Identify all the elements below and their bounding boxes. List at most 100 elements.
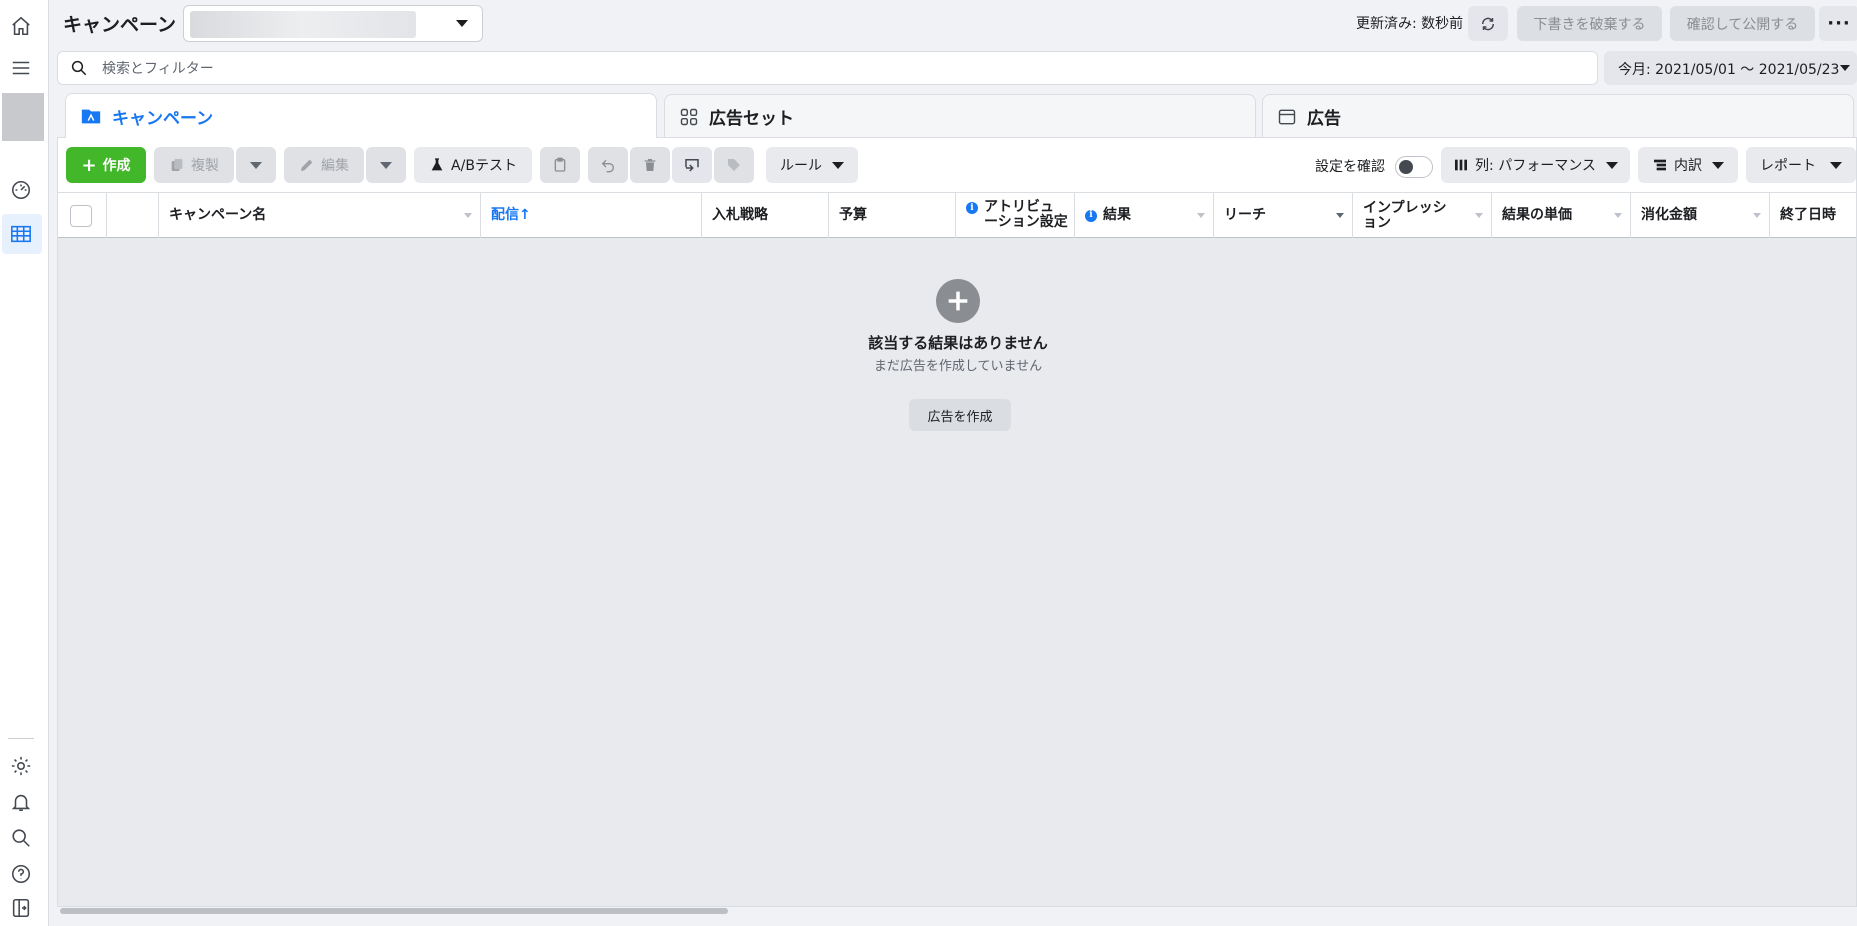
date-range-label: 今月: 2021/05/01 ～ 2021/05/23 <box>1618 62 1840 78</box>
notifications-bell-icon[interactable] <box>9 790 33 814</box>
column-label: 結果 <box>1103 207 1131 223</box>
duplicate-dropdown-button[interactable] <box>236 147 276 183</box>
report-label: レポート <box>1760 158 1816 174</box>
column-header-impressions[interactable]: インプレッシ ョン <box>1353 193 1492 238</box>
edit-dropdown-button[interactable] <box>366 147 406 183</box>
review-settings-toggle[interactable] <box>1395 156 1433 178</box>
clipboard-button[interactable] <box>540 147 580 183</box>
settings-gear-icon[interactable] <box>9 754 33 778</box>
column-header-amount-spent[interactable]: 消化金額 <box>1631 193 1770 238</box>
create-ad-button[interactable]: 広告を作成 <box>909 399 1011 431</box>
add-circle-icon[interactable] <box>936 279 980 323</box>
tab-label: キャンペーン <box>112 108 214 129</box>
sidebar-divider <box>8 738 34 739</box>
horizontal-scrollbar[interactable] <box>60 908 728 914</box>
clipboard-icon <box>554 157 566 172</box>
table-header: キャンペーン名 配信↑ 入札戦略 予算 i アトリビュ ーション設定 i 結果 … <box>58 192 1856 238</box>
discard-draft-button[interactable]: 下書きを破棄する <box>1517 6 1662 41</box>
last-updated-text: 更新済み: 数秒前 <box>1356 16 1464 32</box>
column-header-delivery[interactable]: 配信↑ <box>481 193 702 238</box>
info-icon[interactable]: i <box>966 202 978 214</box>
search-icon <box>71 60 87 76</box>
edit-button[interactable]: 編集 <box>284 147 364 183</box>
column-header-attribution-setting[interactable]: i アトリビュ ーション設定 <box>956 193 1075 238</box>
tag-icon <box>728 159 740 171</box>
columns-dropdown[interactable]: 列: パフォーマンス <box>1441 147 1630 183</box>
info-icon[interactable]: i <box>1085 209 1097 222</box>
sort-caret-icon <box>1197 213 1205 218</box>
top-bar: キャンペーン 更新済み: 数秒前 下書きを破棄する 確認して公開する ··· <box>49 0 1857 48</box>
rules-dropdown[interactable]: ルール <box>766 147 858 183</box>
empty-state-subtitle: まだ広告を作成していません <box>873 359 1043 374</box>
undo-icon <box>601 159 614 173</box>
sort-caret-icon <box>464 213 472 218</box>
ads-manager-table-icon[interactable] <box>9 222 33 246</box>
account-selector[interactable] <box>183 5 483 42</box>
search-input[interactable] <box>102 58 1502 80</box>
breakdown-dropdown[interactable]: 内訳 <box>1638 147 1738 183</box>
column-label: キャンペーン名 <box>169 207 267 223</box>
flask-icon <box>429 157 445 173</box>
chevron-down-icon <box>1840 65 1850 71</box>
column-header-campaign-name[interactable]: キャンペーン名 <box>159 193 481 238</box>
chevron-down-icon <box>380 161 392 169</box>
ab-test-button[interactable]: A/Bテスト <box>414 147 532 183</box>
dashboard-gauge-icon[interactable] <box>9 178 33 202</box>
tab-label: 広告 <box>1307 109 1341 129</box>
review-publish-button[interactable]: 確認して公開する <box>1670 6 1815 41</box>
toggle-column-header <box>107 193 159 238</box>
chevron-down-icon <box>250 161 262 169</box>
tab-ads[interactable]: 広告 <box>1262 94 1854 138</box>
menu-icon[interactable] <box>9 56 33 80</box>
column-header-bid-strategy[interactable]: 入札戦略 <box>702 193 829 238</box>
create-button[interactable]: + 作成 <box>66 147 146 183</box>
date-range-picker[interactable]: 今月: 2021/05/01 ～ 2021/05/23 <box>1604 51 1857 85</box>
column-label: リーチ <box>1224 207 1266 223</box>
tab-campaigns[interactable]: キャンペーン <box>65 93 657 138</box>
undo-button[interactable] <box>588 147 628 183</box>
delete-button[interactable] <box>630 147 670 183</box>
duplicate-label: 複製 <box>191 158 219 174</box>
duplicate-button[interactable]: 複製 <box>154 147 234 183</box>
trash-icon <box>644 159 656 171</box>
search-filter-bar[interactable] <box>57 51 1598 85</box>
refresh-icon <box>1482 17 1494 30</box>
chevron-down-icon <box>456 20 468 27</box>
more-options-button[interactable]: ··· <box>1819 6 1857 41</box>
sort-caret-icon <box>1475 213 1483 218</box>
export-arrows-icon <box>685 159 699 172</box>
home-icon[interactable] <box>9 14 33 38</box>
panel-toggle-icon[interactable] <box>9 896 33 920</box>
export-button[interactable] <box>672 147 712 183</box>
ad-window-icon <box>1277 107 1297 127</box>
search-icon[interactable] <box>9 826 33 850</box>
column-header-cost-per-result[interactable]: 結果の単価 <box>1492 193 1631 238</box>
column-label: 終了日時 <box>1780 207 1836 223</box>
report-dropdown[interactable]: レポート <box>1746 147 1856 183</box>
refresh-button[interactable] <box>1468 6 1508 41</box>
columns-icon <box>1453 157 1469 173</box>
chevron-down-icon <box>1712 161 1724 169</box>
account-name-redacted <box>190 11 416 38</box>
account-avatar[interactable] <box>2 93 44 141</box>
column-label: 配信↑ <box>491 207 531 223</box>
rules-label: ルール <box>780 158 822 174</box>
tab-ad-sets[interactable]: 広告セット <box>664 94 1256 138</box>
chevron-down-icon <box>1605 161 1618 169</box>
tag-button[interactable] <box>714 147 754 183</box>
campaign-folder-icon <box>80 105 102 127</box>
duplicate-icon <box>169 157 185 173</box>
column-header-results[interactable]: i 結果 <box>1075 193 1214 238</box>
column-header-reach[interactable]: リーチ <box>1214 193 1353 238</box>
column-header-end-date[interactable]: 終了日時 <box>1770 193 1857 238</box>
column-header-budget[interactable]: 予算 <box>829 193 956 238</box>
help-icon[interactable] <box>9 862 33 886</box>
column-label: アトリビュ ーション設定 <box>984 199 1068 230</box>
column-label: 消化金額 <box>1641 207 1697 223</box>
page-title: キャンペーン <box>63 14 177 36</box>
plus-icon: + <box>81 154 97 176</box>
column-label: インプレッシ ョン <box>1363 199 1447 231</box>
columns-label: 列: パフォーマンス <box>1475 158 1596 174</box>
action-toolbar: + 作成 複製 編集 A/Bテスト ルール 設定を確認 列: パフォーマンス 内… <box>58 138 1856 192</box>
select-all-checkbox[interactable] <box>70 205 92 227</box>
